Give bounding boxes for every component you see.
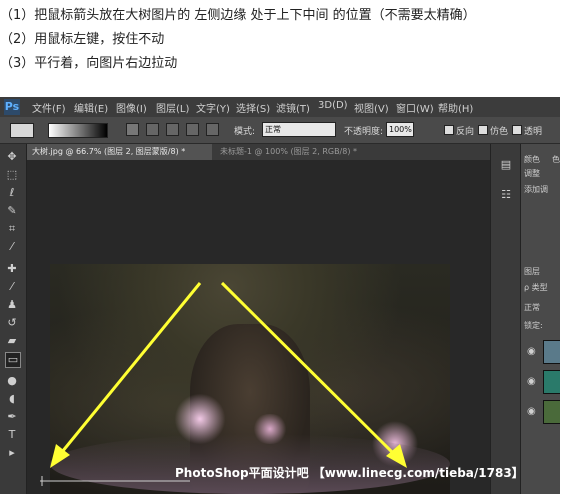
annotation-arrows [40, 281, 407, 486]
watermark: PhotoShop平面设计吧 【www.linecg.com/tieba/178… [175, 466, 524, 480]
right-arrow-line [220, 281, 394, 454]
left-arrow-line [60, 282, 202, 453]
